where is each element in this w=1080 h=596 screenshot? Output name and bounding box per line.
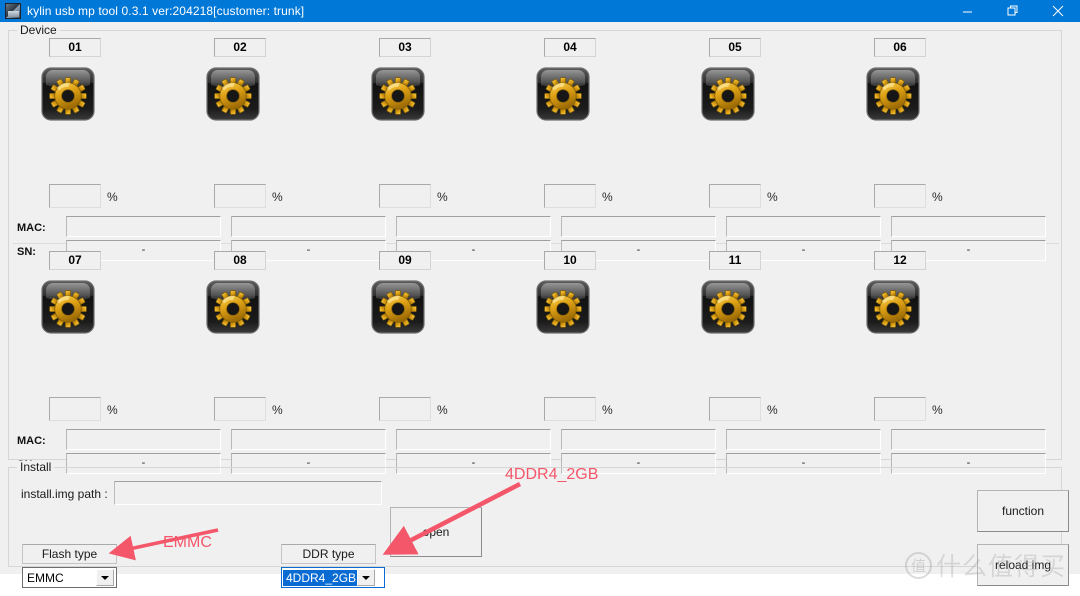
device-cell: 03 % - — [347, 31, 551, 261]
device-number: 12 — [874, 251, 926, 270]
device-number: 11 — [709, 251, 761, 270]
percent-label: % — [437, 403, 448, 417]
flash-type-value: EMMC — [27, 570, 64, 585]
device-number: 09 — [379, 251, 431, 270]
device-cell: 10 % - — [512, 244, 716, 474]
percent-label: % — [932, 190, 943, 204]
progress-field — [874, 397, 926, 421]
progress-field — [709, 397, 761, 421]
gear-icon[interactable] — [369, 63, 427, 125]
device-group: Device MAC: SN: MAC: SN: 01 — [8, 24, 1063, 474]
chevron-down-icon[interactable] — [357, 569, 376, 586]
percent-label: % — [932, 403, 943, 417]
device-number: 07 — [49, 251, 101, 270]
gear-icon[interactable] — [39, 276, 97, 338]
gear-icon[interactable] — [369, 276, 427, 338]
progress-field — [379, 397, 431, 421]
device-cell: 06 % - — [842, 31, 1046, 261]
percent-label: % — [602, 190, 613, 204]
mac-field[interactable] — [891, 429, 1046, 450]
annotation-emmc: EMMC — [163, 534, 212, 551]
progress-field — [49, 184, 101, 208]
gear-icon[interactable] — [864, 276, 922, 338]
app-icon — [5, 3, 21, 19]
window-controls — [945, 0, 1080, 22]
chevron-down-icon[interactable] — [96, 569, 114, 586]
install-group-title: Install — [17, 461, 55, 473]
device-number: 04 — [544, 38, 596, 57]
device-cell: 07 % - — [17, 244, 221, 474]
device-cell: 01 % - — [17, 31, 221, 261]
open-button[interactable]: open — [390, 507, 482, 557]
percent-label: % — [272, 190, 283, 204]
progress-field — [49, 397, 101, 421]
percent-label: % — [767, 190, 778, 204]
gear-icon[interactable] — [534, 276, 592, 338]
gear-icon[interactable] — [699, 63, 757, 125]
gear-icon[interactable] — [39, 63, 97, 125]
percent-label: % — [107, 190, 118, 204]
device-cell: 11 % - — [677, 244, 881, 474]
gear-icon[interactable] — [699, 276, 757, 338]
minimize-button[interactable] — [945, 0, 990, 22]
device-number: 02 — [214, 38, 266, 57]
function-button[interactable]: function — [977, 490, 1069, 532]
reload-img-button[interactable]: reload img — [977, 544, 1069, 586]
title-bar: kylin usb mp tool 0.3.1 ver:204218[custo… — [0, 0, 1080, 22]
progress-field — [544, 397, 596, 421]
percent-label: % — [272, 403, 283, 417]
progress-field — [214, 397, 266, 421]
progress-field — [214, 184, 266, 208]
percent-label: % — [437, 190, 448, 204]
client-area: Device MAC: SN: MAC: SN: 01 — [0, 22, 1080, 588]
percent-label: % — [107, 403, 118, 417]
ddr-type-caption: DDR type — [281, 544, 376, 564]
progress-field — [874, 184, 926, 208]
gear-icon[interactable] — [534, 63, 592, 125]
device-number: 01 — [49, 38, 101, 57]
device-cell: 12 % - — [842, 244, 1046, 474]
window-title: kylin usb mp tool 0.3.1 ver:204218[custo… — [27, 4, 305, 18]
gear-icon[interactable] — [864, 63, 922, 125]
flash-type-caption: Flash type — [22, 544, 117, 564]
ddr-type-value: 4DDR4_2GB — [283, 569, 358, 586]
device-cell: 04 % - — [512, 31, 716, 261]
device-number: 10 — [544, 251, 596, 270]
ddr-type-select[interactable]: 4DDR4_2GB — [281, 567, 385, 588]
flash-type-select[interactable]: EMMC — [22, 567, 117, 588]
annotation-ddr: 4DDR4_2GB — [505, 466, 599, 483]
install-path-label: install.img path : — [21, 487, 108, 501]
device-row-1: 01 % - 02 % - 03 % - 04 % - 05 % - 06 % … — [9, 31, 1063, 261]
gear-icon[interactable] — [204, 63, 262, 125]
device-cell: 08 % - — [182, 244, 386, 474]
gear-icon[interactable] — [204, 276, 262, 338]
device-number: 08 — [214, 251, 266, 270]
device-cell: 09 % - — [347, 244, 551, 474]
device-number: 05 — [709, 38, 761, 57]
install-path-input[interactable] — [114, 481, 382, 505]
mac-field[interactable] — [891, 216, 1046, 237]
device-cell: 05 % - — [677, 31, 881, 261]
percent-label: % — [602, 403, 613, 417]
restore-button[interactable] — [990, 0, 1035, 22]
percent-label: % — [767, 403, 778, 417]
progress-field — [379, 184, 431, 208]
progress-field — [709, 184, 761, 208]
device-row-2: 07 % - 08 % - 09 % - 10 % - 11 % - 12 % … — [9, 244, 1063, 474]
device-number: 06 — [874, 38, 926, 57]
close-button[interactable] — [1035, 0, 1080, 22]
device-number: 03 — [379, 38, 431, 57]
progress-field — [544, 184, 596, 208]
device-cell: 02 % - — [182, 31, 386, 261]
